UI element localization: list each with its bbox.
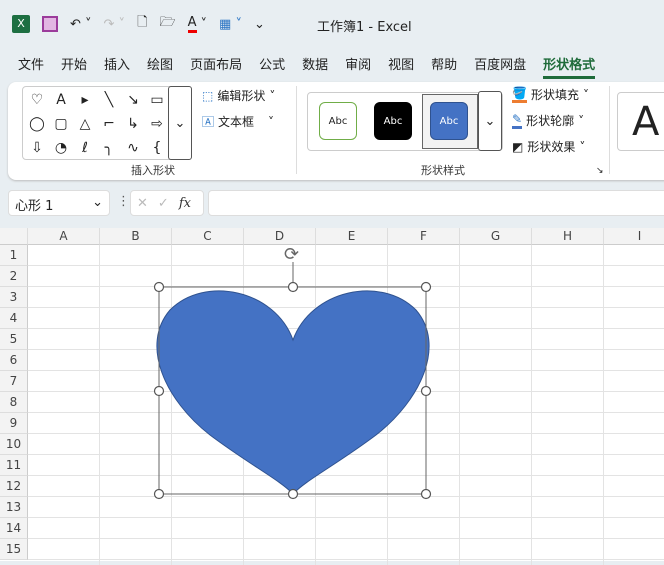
shape-selection-layer: ⟳ xyxy=(153,244,432,500)
heart-shape[interactable] xyxy=(156,290,430,495)
rotate-handle-icon[interactable]: ⟳ xyxy=(284,244,299,265)
